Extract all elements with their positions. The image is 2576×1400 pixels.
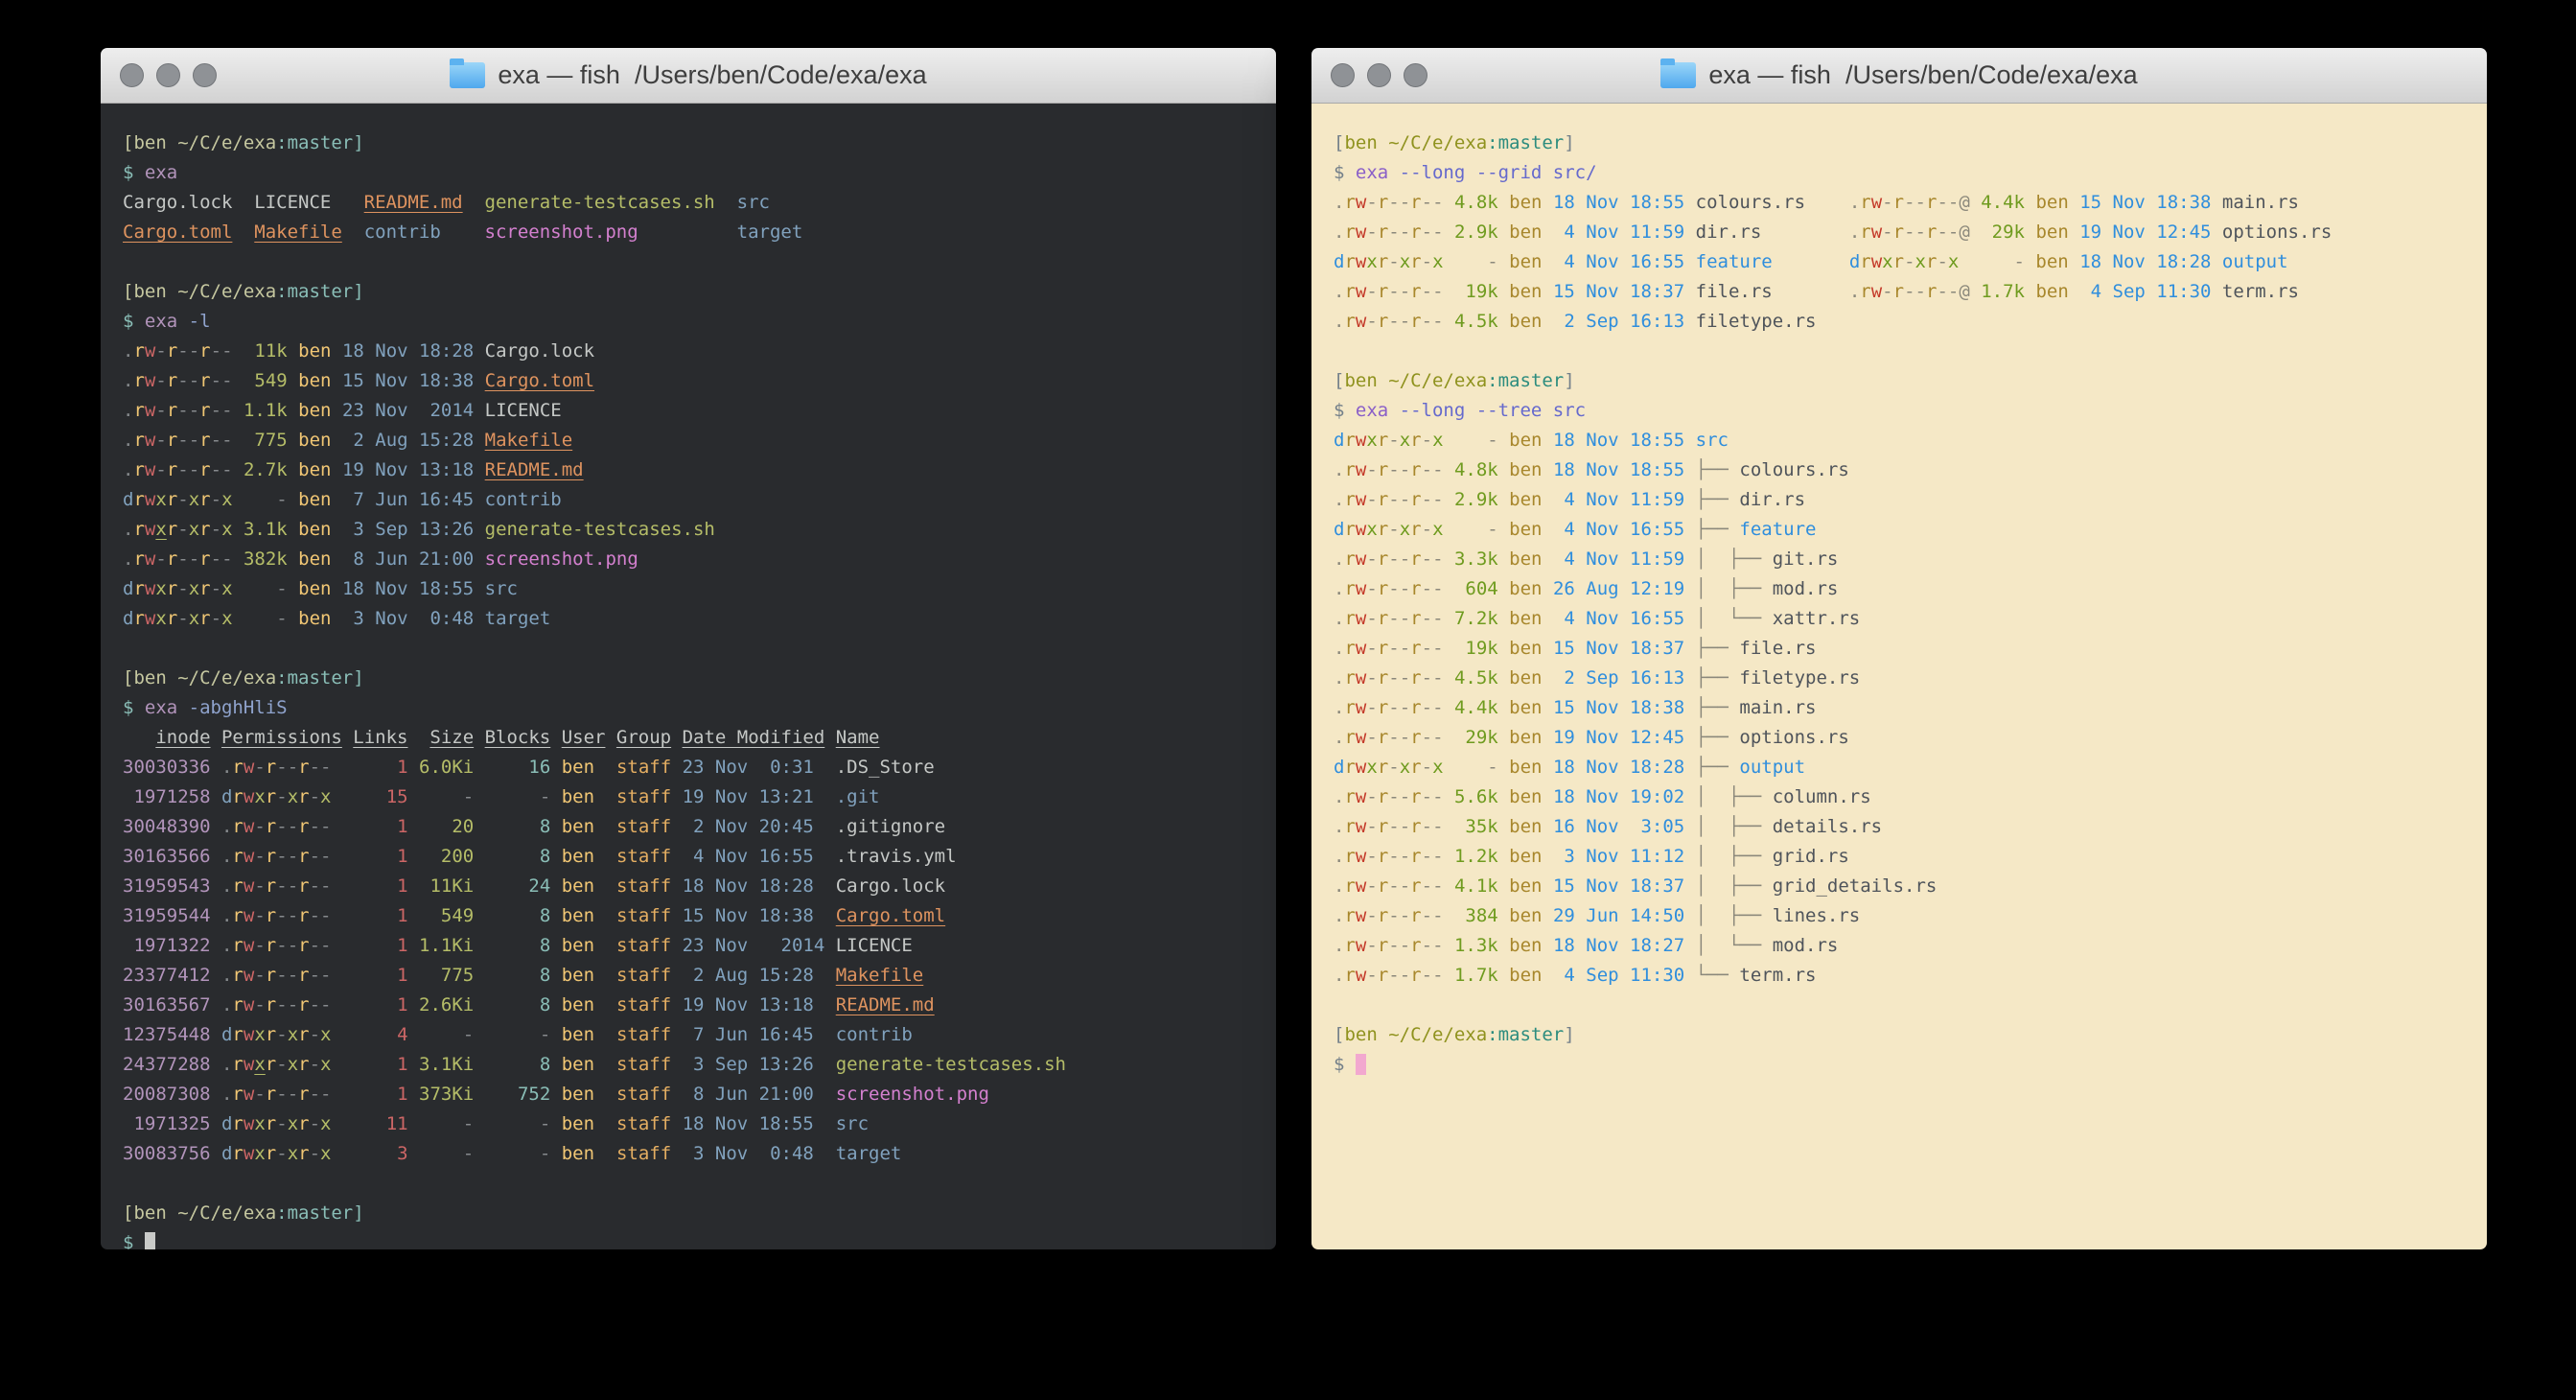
terminal-line: 30163566 .rw-r--r-- 1 200 8 ben staff 4 …: [123, 842, 1261, 872]
terminal-line: 1971325 drwxr-xr-x 11 - - ben staff 18 N…: [123, 1109, 1261, 1139]
terminal-line: drwxr-xr-x - ben 18 Nov 18:55 src: [123, 574, 1261, 604]
close-button[interactable]: [120, 63, 144, 87]
terminal-line: 12375448 drwxr-xr-x 4 - - ben staff 7 Ju…: [123, 1020, 1261, 1050]
terminal-content-dark[interactable]: [ben ~/C/e/exa:master]$ exaCargo.lock LI…: [101, 104, 1276, 1249]
terminal-line: [ben ~/C/e/exa:master]: [1334, 366, 2472, 396]
cursor: [1356, 1054, 1366, 1075]
window-title-group: exa — fish /Users/ben/Code/exa/exa: [450, 60, 926, 90]
desktop: { "windows": { "left": { "title_app": "e…: [0, 0, 2576, 1400]
terminal-line: .rw-r--r-- 1.2k ben 3 Nov 11:12 │ ├── gr…: [1334, 842, 2472, 872]
terminal-line: .rw-r--r-- 2.9k ben 4 Nov 11:59 ├── dir.…: [1334, 485, 2472, 515]
terminal-line: 30163567 .rw-r--r-- 1 2.6Ki 8 ben staff …: [123, 991, 1261, 1020]
terminal-line: .rw-r--r-- 382k ben 8 Jun 21:00 screensh…: [123, 545, 1261, 574]
terminal-line: 31959544 .rw-r--r-- 1 549 8 ben staff 15…: [123, 901, 1261, 931]
terminal-line: [1334, 991, 2472, 1020]
terminal-line: [ben ~/C/e/exa:master]: [1334, 1020, 2472, 1050]
terminal-line: .rw-r--r-- 1.7k ben 4 Sep 11:30 └── term…: [1334, 961, 2472, 991]
terminal-window-light: exa — fish /Users/ben/Code/exa/exa [ben …: [1311, 48, 2487, 1248]
terminal-line: 24377288 .rwxr-xr-x 1 3.1Ki 8 ben staff …: [123, 1050, 1261, 1080]
terminal-line: 30030336 .rw-r--r-- 1 6.0Ki 16 ben staff…: [123, 753, 1261, 782]
terminal-line: .rw-r--r-- 384 ben 29 Jun 14:50 │ ├── li…: [1334, 901, 2472, 931]
terminal-line: .rw-r--r-- 19k ben 15 Nov 18:37 file.rs …: [1334, 277, 2472, 307]
terminal-content-light[interactable]: [ben ~/C/e/exa:master]$ exa --long --gri…: [1311, 104, 2487, 1249]
titlebar[interactable]: exa — fish /Users/ben/Code/exa/exa: [101, 48, 1276, 104]
terminal-line: .rw-r--r-- 4.8k ben 18 Nov 18:55 colours…: [1334, 188, 2472, 218]
minimize-button[interactable]: [156, 63, 180, 87]
window-title-path: /Users/ben/Code/exa/exa: [635, 60, 927, 90]
terminal-line: .rw-r--r-- 3.3k ben 4 Nov 11:59 │ ├── gi…: [1334, 545, 2472, 574]
terminal-line: .rw-r--r-- 4.8k ben 18 Nov 18:55 ├── col…: [1334, 455, 2472, 485]
terminal-line: [ben ~/C/e/exa:master]: [123, 128, 1261, 158]
terminal-line: 1971258 drwxr-xr-x 15 - - ben staff 19 N…: [123, 782, 1261, 812]
terminal-line: $ exa -abghHliS: [123, 693, 1261, 723]
terminal-line: drwxr-xr-x - ben 4 Nov 16:55 ├── feature: [1334, 515, 2472, 545]
terminal-line: .rw-r--r-- 4.4k ben 15 Nov 18:38 ├── mai…: [1334, 693, 2472, 723]
terminal-line: .rw-r--r-- 4.5k ben 2 Sep 16:13 filetype…: [1334, 307, 2472, 337]
terminal-line: [123, 1169, 1261, 1199]
terminal-line: .rw-r--r-- 7.2k ben 4 Nov 16:55 │ └── xa…: [1334, 604, 2472, 634]
terminal-line: [123, 634, 1261, 664]
terminal-line: 30048390 .rw-r--r-- 1 20 8 ben staff 2 N…: [123, 812, 1261, 842]
terminal-line: 1971322 .rw-r--r-- 1 1.1Ki 8 ben staff 2…: [123, 931, 1261, 961]
terminal-line: inode Permissions Links Size Blocks User…: [123, 723, 1261, 753]
terminal-line: $ exa --long --tree src: [1334, 396, 2472, 426]
terminal-line: drwxr-xr-x - ben 18 Nov 18:28 ├── output: [1334, 753, 2472, 782]
terminal-line: $: [1334, 1050, 2472, 1080]
terminal-line: 30083756 drwxr-xr-x 3 - - ben staff 3 No…: [123, 1139, 1261, 1169]
terminal-line: drwxr-xr-x - ben 3 Nov 0:48 target: [123, 604, 1261, 634]
cursor: [145, 1232, 155, 1249]
terminal-line: [1334, 337, 2472, 366]
window-title-group: exa — fish /Users/ben/Code/exa/exa: [1660, 60, 2137, 90]
titlebar[interactable]: exa — fish /Users/ben/Code/exa/exa: [1311, 48, 2487, 104]
terminal-line: .rw-r--r-- 775 ben 2 Aug 15:28 Makefile: [123, 426, 1261, 455]
terminal-window-dark: exa — fish /Users/ben/Code/exa/exa [ben …: [101, 48, 1276, 1248]
terminal-line: [123, 247, 1261, 277]
zoom-button[interactable]: [193, 63, 217, 87]
folder-icon: [1660, 62, 1696, 88]
window-title: exa — fish: [1708, 60, 1831, 90]
terminal-line: .rw-r--r-- 604 ben 26 Aug 12:19 │ ├── mo…: [1334, 574, 2472, 604]
terminal-line: 20087308 .rw-r--r-- 1 373Ki 752 ben staf…: [123, 1080, 1261, 1109]
terminal-line: .rw-r--r-- 2.7k ben 19 Nov 13:18 README.…: [123, 455, 1261, 485]
zoom-button[interactable]: [1404, 63, 1427, 87]
terminal-line: .rw-r--r-- 11k ben 18 Nov 18:28 Cargo.lo…: [123, 337, 1261, 366]
window-title-path: /Users/ben/Code/exa/exa: [1845, 60, 2138, 90]
folder-icon: [450, 62, 485, 88]
terminal-line: 31959543 .rw-r--r-- 1 11Ki 24 ben staff …: [123, 872, 1261, 901]
terminal-line: [ben ~/C/e/exa:master]: [123, 664, 1261, 693]
terminal-line: drwxr-xr-x - ben 4 Nov 16:55 feature drw…: [1334, 247, 2472, 277]
terminal-line: .rw-r--r-- 1.1k ben 23 Nov 2014 LICENCE: [123, 396, 1261, 426]
window-controls: [1331, 48, 1427, 103]
terminal-line: Cargo.toml Makefile contrib screenshot.p…: [123, 218, 1261, 247]
terminal-line: .rw-r--r-- 2.9k ben 4 Nov 11:59 dir.rs .…: [1334, 218, 2472, 247]
terminal-line: $ exa -l: [123, 307, 1261, 337]
terminal-line: .rw-r--r-- 1.3k ben 18 Nov 18:27 │ └── m…: [1334, 931, 2472, 961]
terminal-line: 23377412 .rw-r--r-- 1 775 8 ben staff 2 …: [123, 961, 1261, 991]
terminal-line: drwxr-xr-x - ben 18 Nov 18:55 src: [1334, 426, 2472, 455]
terminal-line: drwxr-xr-x - ben 7 Jun 16:45 contrib: [123, 485, 1261, 515]
close-button[interactable]: [1331, 63, 1355, 87]
terminal-line: .rw-r--r-- 549 ben 15 Nov 18:38 Cargo.to…: [123, 366, 1261, 396]
terminal-line: [ben ~/C/e/exa:master]: [1334, 128, 2472, 158]
terminal-line: Cargo.lock LICENCE README.md generate-te…: [123, 188, 1261, 218]
terminal-line: [ben ~/C/e/exa:master]: [123, 277, 1261, 307]
terminal-line: .rw-r--r-- 4.5k ben 2 Sep 16:13 ├── file…: [1334, 664, 2472, 693]
terminal-line: .rw-r--r-- 19k ben 15 Nov 18:37 ├── file…: [1334, 634, 2472, 664]
terminal-line: .rw-r--r-- 5.6k ben 18 Nov 19:02 │ ├── c…: [1334, 782, 2472, 812]
terminal-line: .rw-r--r-- 35k ben 16 Nov 3:05 │ ├── det…: [1334, 812, 2472, 842]
terminal-line: [ben ~/C/e/exa:master]: [123, 1199, 1261, 1228]
terminal-line: .rwxr-xr-x 3.1k ben 3 Sep 13:26 generate…: [123, 515, 1261, 545]
terminal-line: $: [123, 1228, 1261, 1249]
terminal-line: $ exa --long --grid src/: [1334, 158, 2472, 188]
terminal-line: .rw-r--r-- 29k ben 19 Nov 12:45 ├── opti…: [1334, 723, 2472, 753]
window-controls: [120, 48, 217, 103]
terminal-line: $ exa: [123, 158, 1261, 188]
terminal-line: .rw-r--r-- 4.1k ben 15 Nov 18:37 │ ├── g…: [1334, 872, 2472, 901]
window-title: exa — fish: [498, 60, 620, 90]
minimize-button[interactable]: [1367, 63, 1391, 87]
